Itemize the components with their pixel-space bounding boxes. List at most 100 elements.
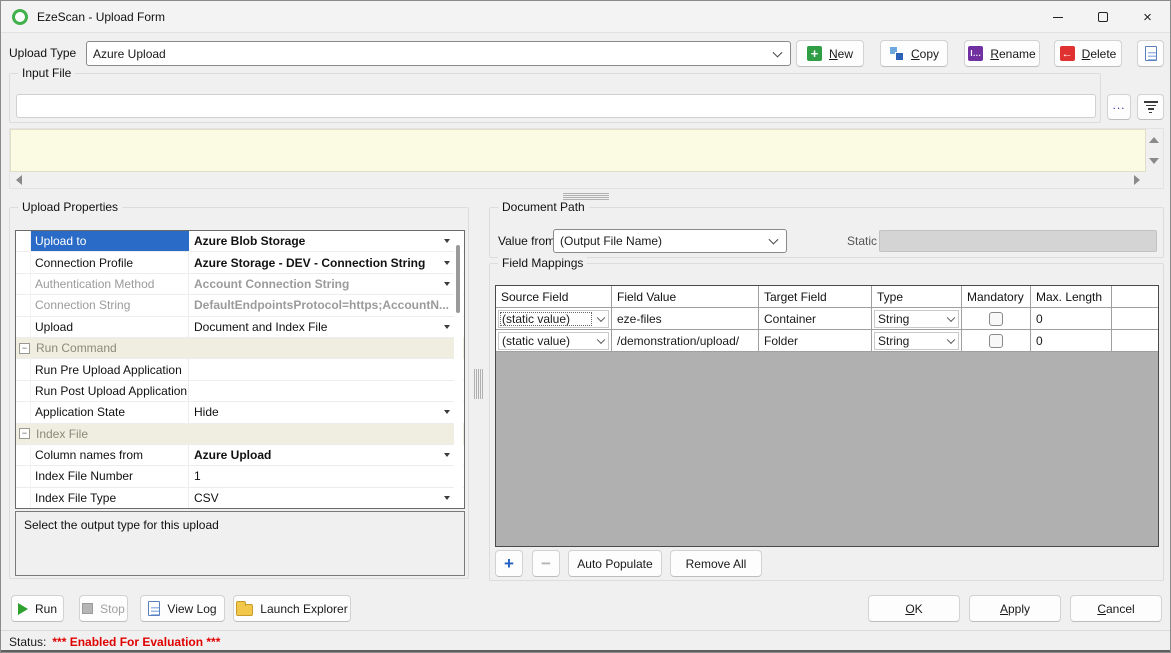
dropdown-arrow-icon[interactable]	[444, 410, 450, 414]
delete-button[interactable]: ← Delete	[1054, 40, 1122, 67]
window-controls: ×	[1035, 1, 1170, 33]
target-field-cell[interactable]: Folder	[759, 330, 872, 352]
run-button[interactable]: Run	[11, 595, 64, 622]
table-row[interactable]: (static value) eze-files Container Strin…	[496, 308, 1158, 330]
property-value: DefaultEndpointsProtocol=https;AccountN.…	[194, 298, 449, 312]
apply-button-label: Apply	[1000, 602, 1030, 616]
collapse-icon[interactable]: −	[19, 343, 30, 354]
filter-icon	[1144, 101, 1158, 113]
scroll-right-icon[interactable]	[1134, 175, 1140, 185]
property-row-index-file-number[interactable]: Index File Number 1	[16, 466, 464, 487]
field-value-cell[interactable]: eze-files	[612, 308, 759, 330]
cancel-button-label: Cancel	[1097, 602, 1134, 616]
log-document-icon	[148, 601, 160, 616]
header-field-value[interactable]: Field Value	[612, 286, 759, 308]
mandatory-checkbox[interactable]	[989, 312, 1003, 326]
max-length-cell[interactable]: 0	[1031, 308, 1112, 330]
launch-explorer-button[interactable]: Launch Explorer	[233, 595, 351, 622]
property-label: Connection String	[35, 298, 130, 312]
dropdown-arrow-icon[interactable]	[444, 325, 450, 329]
property-grid-scrollbar[interactable]	[454, 231, 463, 508]
type-combobox[interactable]: String	[874, 332, 959, 350]
property-row-run-post-upload[interactable]: Run Post Upload Application	[16, 381, 464, 402]
dropdown-arrow-icon[interactable]	[444, 496, 450, 500]
status-message: *** Enabled For Evaluation ***	[52, 635, 220, 649]
property-row-run-pre-upload[interactable]: Run Pre Upload Application	[16, 359, 464, 380]
rename-icon: I...	[968, 46, 983, 61]
target-field-cell[interactable]: Container	[759, 308, 872, 330]
type-value: String	[878, 334, 909, 348]
remove-all-button[interactable]: Remove All	[670, 550, 762, 577]
add-row-button[interactable]: +	[495, 550, 523, 577]
scroll-down-icon[interactable]	[1149, 158, 1159, 164]
section-row-run-command[interactable]: − Run Command	[16, 338, 464, 359]
dropdown-arrow-icon[interactable]	[444, 453, 450, 457]
property-row-application-state[interactable]: Application State Hide	[16, 402, 464, 423]
input-file-field[interactable]	[16, 94, 1096, 118]
run-icon	[18, 603, 28, 615]
vertical-scrollbar[interactable]	[1146, 129, 1163, 172]
table-row[interactable]: (static value) /demonstration/upload/ Fo…	[496, 330, 1158, 352]
row-gutter	[16, 295, 31, 315]
minimize-button[interactable]	[1035, 1, 1080, 33]
max-length-cell[interactable]: 0	[1031, 330, 1112, 352]
close-button[interactable]: ×	[1125, 1, 1170, 33]
property-row-index-file-type[interactable]: Index File Type CSV	[16, 488, 464, 508]
dropdown-arrow-icon[interactable]	[444, 239, 450, 243]
header-type[interactable]: Type	[872, 286, 962, 308]
source-field-cell: (static value)	[496, 308, 612, 330]
rename-button[interactable]: I... Rename	[964, 40, 1040, 67]
input-file-group: Input File	[9, 73, 1101, 123]
field-value-text: eze-files	[617, 312, 662, 326]
scrollbar-thumb[interactable]	[456, 245, 460, 313]
view-log-button[interactable]: View Log	[140, 595, 225, 622]
ok-button[interactable]: OK	[868, 595, 960, 622]
auto-populate-button[interactable]: Auto Populate	[568, 550, 662, 577]
row-gutter	[16, 381, 31, 401]
dropdown-arrow-icon[interactable]	[444, 261, 450, 265]
copy-button[interactable]: Copy	[880, 40, 948, 67]
type-combobox[interactable]: String	[874, 310, 959, 328]
cancel-button[interactable]: Cancel	[1070, 595, 1162, 622]
scroll-up-icon[interactable]	[1149, 137, 1159, 143]
horizontal-scrollbar[interactable]	[10, 172, 1146, 188]
property-description-text: Select the output type for this upload	[24, 518, 219, 532]
header-target-field[interactable]: Target Field	[759, 286, 872, 308]
section-row-index-file[interactable]: − Index File	[16, 424, 464, 445]
value-from-value: (Output File Name)	[560, 234, 662, 248]
property-value: Account Connection String	[194, 277, 349, 291]
upload-type-combobox[interactable]: Azure Upload	[86, 41, 791, 66]
vertical-splitter-grip[interactable]	[474, 369, 484, 399]
collapse-icon[interactable]: −	[19, 428, 30, 439]
header-source-field[interactable]: Source Field	[496, 286, 612, 308]
row-gutter	[16, 231, 31, 251]
new-button[interactable]: + New	[796, 40, 864, 67]
filter-button[interactable]	[1137, 94, 1164, 120]
property-row-upload[interactable]: Upload Document and Index File	[16, 317, 464, 338]
apply-button[interactable]: Apply	[969, 595, 1061, 622]
upload-type-label: Upload Type	[9, 46, 76, 60]
remove-row-button[interactable]: −	[532, 550, 560, 577]
type-cell: String	[872, 308, 962, 330]
document-icon	[1145, 46, 1157, 61]
value-from-combobox[interactable]: (Output File Name)	[553, 229, 787, 253]
property-row-connection-profile[interactable]: Connection Profile Azure Storage - DEV -…	[16, 252, 464, 273]
mandatory-checkbox[interactable]	[989, 334, 1003, 348]
header-max-length[interactable]: Max. Length	[1031, 286, 1112, 308]
property-value: Document and Index File	[194, 320, 327, 334]
property-row-column-names-from[interactable]: Column names from Azure Upload	[16, 445, 464, 466]
field-value-cell[interactable]: /demonstration/upload/	[612, 330, 759, 352]
document-notes-button[interactable]	[1137, 40, 1164, 67]
row-gutter	[16, 317, 31, 337]
property-row-upload-to[interactable]: Upload to Azure Blob Storage	[16, 231, 464, 252]
property-row-authentication-method: Authentication Method Account Connection…	[16, 274, 464, 295]
browse-button[interactable]: ...	[1107, 94, 1131, 120]
source-field-combobox[interactable]: (static value)	[498, 332, 609, 350]
preview-list[interactable]	[10, 129, 1146, 172]
header-mandatory[interactable]: Mandatory	[962, 286, 1031, 308]
stop-button[interactable]: Stop	[79, 595, 128, 622]
scroll-left-icon[interactable]	[16, 175, 22, 185]
maximize-button[interactable]	[1080, 1, 1125, 33]
source-field-combobox[interactable]: (static value)	[498, 310, 609, 328]
table-header-row: Source Field Field Value Target Field Ty…	[496, 286, 1158, 308]
